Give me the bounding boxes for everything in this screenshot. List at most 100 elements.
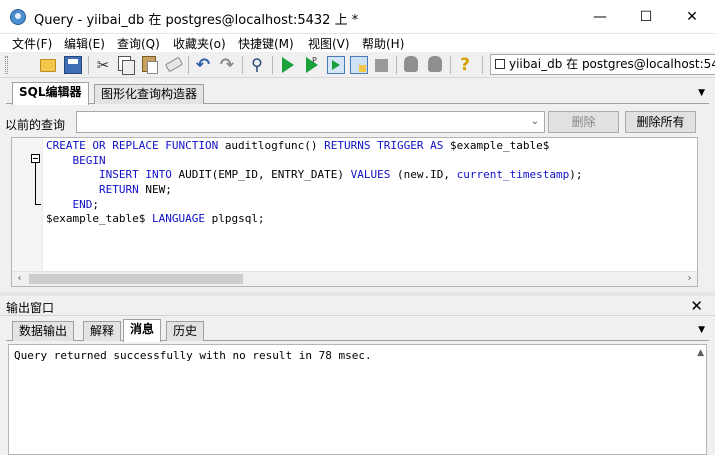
cut-icon[interactable]: ✂: [94, 56, 112, 74]
copy-icon[interactable]: [118, 56, 135, 75]
sql-text: plpgsql;: [211, 212, 265, 226]
toolbar: ✂ ↶ ↷ ⚲ ? yiibai_db 在 postgres@localhost…: [0, 52, 715, 78]
find-icon[interactable]: ⚲: [248, 56, 266, 74]
connection-checkbox[interactable]: [495, 59, 505, 69]
sql-keyword: LANGUAGE: [151, 212, 212, 226]
pgadmin-app-icon: [10, 9, 26, 25]
fold-line: [35, 163, 36, 204]
fold-collapse-icon[interactable]: [31, 154, 40, 163]
scrollbar-thumb[interactable]: [29, 274, 243, 284]
output-pane-title: 输出窗口: [6, 301, 55, 315]
toolbar-separator: [272, 56, 273, 74]
connection-selector[interactable]: yiibai_db 在 postgres@localhost:5432 上: [490, 54, 715, 75]
toolbar-separator: [188, 56, 189, 74]
tab-sql-editor[interactable]: SQL编辑器: [12, 82, 89, 105]
query-tabstrip: SQL编辑器 图形化查询构造器 ▼: [6, 80, 709, 105]
sql-keyword: current_timestamp: [456, 168, 570, 182]
toolbar-separator: [482, 56, 483, 74]
sql-keyword: RETURN: [98, 183, 146, 197]
toolbar-separator: [242, 56, 243, 74]
tab-history[interactable]: 历史: [166, 321, 205, 341]
sql-text: auditlogfunc(): [224, 139, 325, 152]
delete-button[interactable]: 删除: [548, 111, 619, 133]
tab-graphical-query-builder[interactable]: 图形化查询构造器: [94, 84, 205, 104]
sql-text: AUDIT(EMP_ID, ENTRY_DATE): [178, 168, 351, 182]
code-line[interactable]: INSERT INTO AUDIT(EMP_ID, ENTRY_DATE) VA…: [46, 168, 582, 183]
commit-icon[interactable]: [404, 56, 418, 72]
tab-list-dropdown-icon[interactable]: ▼: [698, 325, 705, 335]
code-line[interactable]: BEGIN: [46, 154, 582, 169]
execute-icon[interactable]: [282, 57, 294, 73]
menu-file[interactable]: 文件(F): [12, 35, 52, 52]
explain-icon[interactable]: [350, 56, 368, 74]
minimize-button[interactable]: —: [577, 0, 623, 34]
menu-view[interactable]: 视图(V): [308, 35, 350, 52]
window-title: Query - yiibai_db 在 postgres@localhost:5…: [34, 13, 359, 28]
rollback-icon[interactable]: [428, 56, 442, 72]
tab-data-output[interactable]: 数据输出: [12, 321, 75, 341]
sql-editor[interactable]: CREATE OR REPLACE FUNCTION auditlogfunc(…: [11, 137, 698, 287]
sql-text: $example_table$: [450, 139, 550, 152]
connection-label: yiibai_db 在 postgres@localhost:5432 上: [509, 57, 715, 71]
sql-text: NEW;: [145, 183, 172, 197]
scroll-right-icon[interactable]: ›: [682, 272, 697, 286]
output-pane-header: 输出窗口 ✕: [0, 296, 715, 316]
close-window-button[interactable]: ✕: [669, 0, 715, 34]
close-output-button[interactable]: ✕: [690, 297, 703, 315]
scroll-up-icon[interactable]: ▲: [697, 348, 704, 358]
paste-icon[interactable]: [142, 56, 158, 74]
maximize-button[interactable]: ☐: [623, 0, 669, 34]
query-result-message: Query returned successfully with no resu…: [14, 349, 372, 362]
sql-text: $example_table$: [46, 212, 152, 226]
toolbar-separator: [88, 56, 89, 74]
toolbar-separator: [396, 56, 397, 74]
toolbar-separator: [450, 56, 451, 74]
stop-icon[interactable]: [375, 59, 388, 72]
fold-gutter: [12, 138, 43, 272]
menu-edit[interactable]: 编辑(E): [64, 35, 105, 52]
sql-text: (new.ID,: [397, 168, 457, 182]
tab-messages[interactable]: 消息: [123, 319, 162, 342]
sql-keyword: END: [72, 197, 93, 211]
save-icon[interactable]: [64, 56, 82, 74]
sql-code[interactable]: CREATE OR REPLACE FUNCTION auditlogfunc(…: [46, 139, 582, 227]
sql-keyword: CREATE OR REPLACE FUNCTION: [46, 139, 225, 152]
execute-to-file-icon[interactable]: [327, 56, 345, 74]
toolbar-grip[interactable]: [5, 56, 8, 74]
previous-queries-label: 以前的查询: [5, 118, 66, 132]
redo-icon[interactable]: ↷: [218, 56, 236, 74]
scroll-left-icon[interactable]: ‹: [12, 272, 27, 286]
code-line[interactable]: $example_table$ LANGUAGE plpgsql;: [46, 212, 582, 227]
tab-list-dropdown-icon[interactable]: ▼: [698, 88, 705, 98]
menu-bar: 文件(F) 编辑(E) 查询(Q) 收藏夹(o) 快捷键(M) 视图(V) 帮助…: [0, 34, 715, 52]
output-tabstrip: 数据输出 解释 消息 历史 ▼: [6, 317, 709, 342]
code-line[interactable]: END;: [46, 198, 582, 213]
menu-favourites[interactable]: 收藏夹(o): [173, 35, 226, 52]
tab-explain[interactable]: 解释: [83, 321, 122, 341]
execute-pgscript-icon[interactable]: [306, 56, 318, 73]
sql-text: ;: [92, 197, 99, 211]
open-icon[interactable]: [40, 59, 56, 72]
messages-output[interactable]: Query returned successfully with no resu…: [8, 344, 707, 455]
fold-end-marker: [35, 204, 41, 205]
title-bar: Query - yiibai_db 在 postgres@localhost:5…: [0, 0, 715, 34]
code-line[interactable]: RETURN NEW;: [46, 183, 582, 198]
delete-all-button[interactable]: 删除所有: [625, 111, 696, 133]
undo-icon[interactable]: ↶: [194, 56, 212, 74]
sql-keyword: VALUES: [350, 168, 398, 182]
code-line[interactable]: CREATE OR REPLACE FUNCTION auditlogfunc(…: [46, 139, 582, 154]
menu-macros[interactable]: 快捷键(M): [238, 35, 294, 52]
help-icon[interactable]: ?: [456, 56, 474, 74]
sql-keyword: INSERT INTO: [98, 168, 179, 182]
sql-text: );: [569, 168, 583, 182]
clear-icon[interactable]: [164, 56, 184, 73]
previous-queries-select[interactable]: ⌄: [76, 111, 545, 133]
sql-keyword: BEGIN: [46, 153, 106, 167]
menu-help[interactable]: 帮助(H): [362, 35, 404, 52]
menu-query[interactable]: 查询(Q): [117, 35, 160, 52]
editor-horizontal-scrollbar[interactable]: ‹ ›: [12, 271, 697, 286]
chevron-down-icon[interactable]: ⌄: [526, 112, 544, 132]
